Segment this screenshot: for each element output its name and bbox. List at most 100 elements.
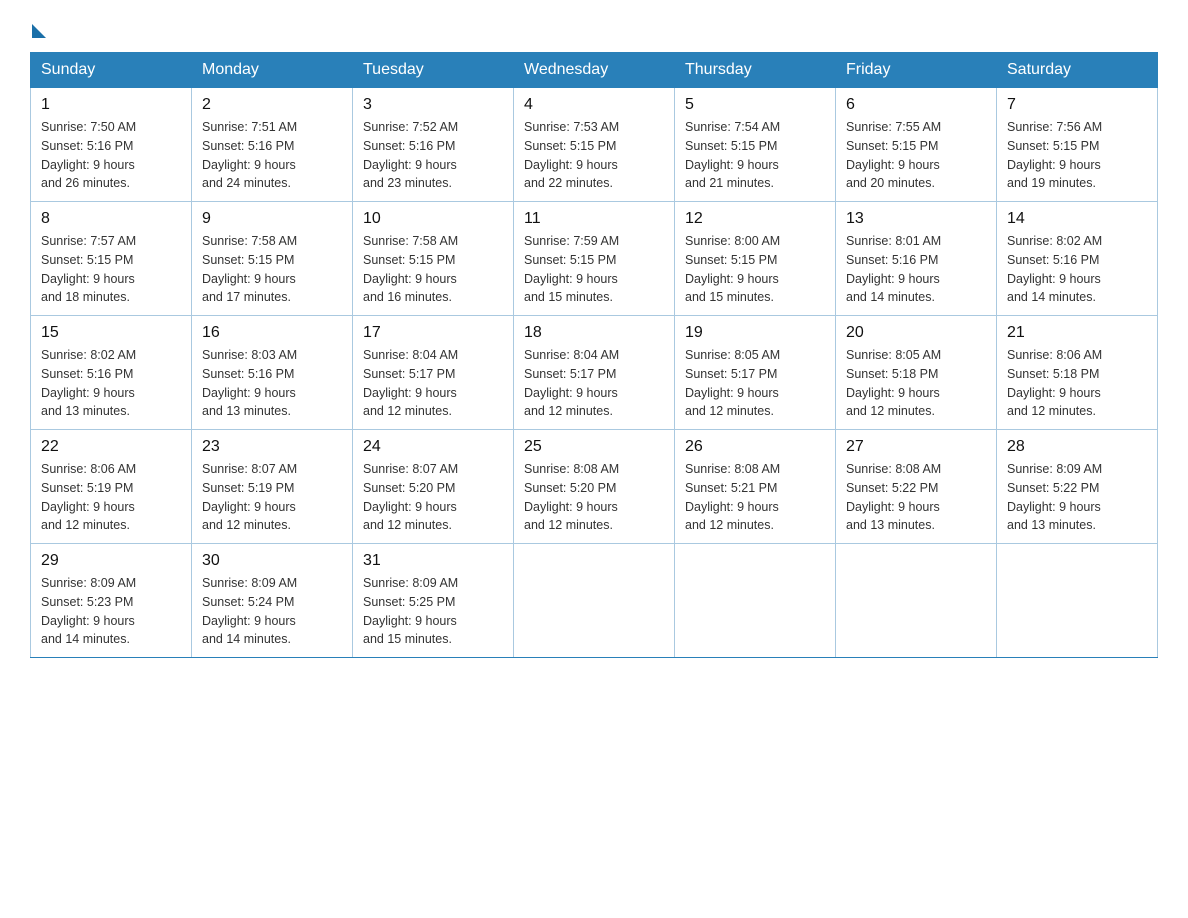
day-info: Sunrise: 7:57 AMSunset: 5:15 PMDaylight:… — [41, 232, 181, 307]
calendar-cell: 30 Sunrise: 8:09 AMSunset: 5:24 PMDayligh… — [192, 544, 353, 658]
logo-arrow-icon — [32, 24, 46, 38]
calendar-cell: 14 Sunrise: 8:02 AMSunset: 5:16 PMDayligh… — [997, 202, 1158, 316]
day-info: Sunrise: 8:04 AMSunset: 5:17 PMDaylight:… — [524, 346, 664, 421]
day-info: Sunrise: 7:51 AMSunset: 5:16 PMDaylight:… — [202, 118, 342, 193]
day-info: Sunrise: 8:08 AMSunset: 5:20 PMDaylight:… — [524, 460, 664, 535]
day-number: 28 — [1007, 438, 1147, 456]
calendar-cell: 21 Sunrise: 8:06 AMSunset: 5:18 PMDayligh… — [997, 316, 1158, 430]
day-number: 22 — [41, 438, 181, 456]
day-info: Sunrise: 8:06 AMSunset: 5:18 PMDaylight:… — [1007, 346, 1147, 421]
calendar-cell: 22 Sunrise: 8:06 AMSunset: 5:19 PMDayligh… — [31, 430, 192, 544]
day-number: 16 — [202, 324, 342, 342]
calendar-cell — [514, 544, 675, 658]
day-number: 29 — [41, 552, 181, 570]
calendar-cell — [836, 544, 997, 658]
calendar-table: SundayMondayTuesdayWednesdayThursdayFrid… — [30, 52, 1158, 658]
day-number: 21 — [1007, 324, 1147, 342]
day-info: Sunrise: 8:07 AMSunset: 5:20 PMDaylight:… — [363, 460, 503, 535]
calendar-cell: 3 Sunrise: 7:52 AMSunset: 5:16 PMDaylight… — [353, 88, 514, 202]
day-number: 5 — [685, 96, 825, 114]
calendar-cell: 11 Sunrise: 7:59 AMSunset: 5:15 PMDayligh… — [514, 202, 675, 316]
day-info: Sunrise: 8:05 AMSunset: 5:17 PMDaylight:… — [685, 346, 825, 421]
day-number: 15 — [41, 324, 181, 342]
day-info: Sunrise: 8:07 AMSunset: 5:19 PMDaylight:… — [202, 460, 342, 535]
day-info: Sunrise: 8:01 AMSunset: 5:16 PMDaylight:… — [846, 232, 986, 307]
day-number: 27 — [846, 438, 986, 456]
calendar-cell: 18 Sunrise: 8:04 AMSunset: 5:17 PMDayligh… — [514, 316, 675, 430]
calendar-cell: 5 Sunrise: 7:54 AMSunset: 5:15 PMDaylight… — [675, 88, 836, 202]
day-info: Sunrise: 7:50 AMSunset: 5:16 PMDaylight:… — [41, 118, 181, 193]
week-row-2: 8 Sunrise: 7:57 AMSunset: 5:15 PMDaylight… — [31, 202, 1158, 316]
calendar-cell: 28 Sunrise: 8:09 AMSunset: 5:22 PMDayligh… — [997, 430, 1158, 544]
day-info: Sunrise: 8:08 AMSunset: 5:21 PMDaylight:… — [685, 460, 825, 535]
calendar-cell: 2Sunrise: 7:51 AMSunset: 5:16 PMDaylight… — [192, 88, 353, 202]
day-info: Sunrise: 7:52 AMSunset: 5:16 PMDaylight:… — [363, 118, 503, 193]
calendar-header-row: SundayMondayTuesdayWednesdayThursdayFrid… — [31, 53, 1158, 88]
day-number: 4 — [524, 96, 664, 114]
day-info: Sunrise: 8:09 AMSunset: 5:24 PMDaylight:… — [202, 574, 342, 649]
calendar-cell: 20Sunrise: 8:05 AMSunset: 5:18 PMDayligh… — [836, 316, 997, 430]
day-header-wednesday: Wednesday — [514, 53, 675, 88]
day-header-thursday: Thursday — [675, 53, 836, 88]
day-number: 9 — [202, 210, 342, 228]
day-info: Sunrise: 7:53 AMSunset: 5:15 PMDaylight:… — [524, 118, 664, 193]
calendar-cell: 16 Sunrise: 8:03 AMSunset: 5:16 PMDayligh… — [192, 316, 353, 430]
calendar-cell: 12 Sunrise: 8:00 AMSunset: 5:15 PMDayligh… — [675, 202, 836, 316]
page-header — [30, 20, 1158, 36]
week-row-5: 29 Sunrise: 8:09 AMSunset: 5:23 PMDayligh… — [31, 544, 1158, 658]
week-row-3: 15 Sunrise: 8:02 AMSunset: 5:16 PMDayligh… — [31, 316, 1158, 430]
day-info: Sunrise: 7:58 AMSunset: 5:15 PMDaylight:… — [363, 232, 503, 307]
day-number: 26 — [685, 438, 825, 456]
day-info: Sunrise: 8:04 AMSunset: 5:17 PMDaylight:… — [363, 346, 503, 421]
calendar-cell: 7Sunrise: 7:56 AMSunset: 5:15 PMDaylight… — [997, 88, 1158, 202]
day-number: 11 — [524, 210, 664, 228]
day-number: 10 — [363, 210, 503, 228]
day-info: Sunrise: 8:00 AMSunset: 5:15 PMDaylight:… — [685, 232, 825, 307]
day-header-tuesday: Tuesday — [353, 53, 514, 88]
day-info: Sunrise: 7:54 AMSunset: 5:15 PMDaylight:… — [685, 118, 825, 193]
calendar-cell — [675, 544, 836, 658]
day-number: 12 — [685, 210, 825, 228]
day-number: 30 — [202, 552, 342, 570]
day-number: 25 — [524, 438, 664, 456]
calendar-cell: 15 Sunrise: 8:02 AMSunset: 5:16 PMDayligh… — [31, 316, 192, 430]
calendar-cell: 24 Sunrise: 8:07 AMSunset: 5:20 PMDayligh… — [353, 430, 514, 544]
calendar-cell: 26 Sunrise: 8:08 AMSunset: 5:21 PMDayligh… — [675, 430, 836, 544]
day-number: 19 — [685, 324, 825, 342]
day-info: Sunrise: 8:08 AMSunset: 5:22 PMDaylight:… — [846, 460, 986, 535]
day-number: 6 — [846, 96, 986, 114]
week-row-4: 22 Sunrise: 8:06 AMSunset: 5:19 PMDayligh… — [31, 430, 1158, 544]
calendar-cell: 17 Sunrise: 8:04 AMSunset: 5:17 PMDayligh… — [353, 316, 514, 430]
day-number: 3 — [363, 96, 503, 114]
day-number: 23 — [202, 438, 342, 456]
day-number: 31 — [363, 552, 503, 570]
calendar-cell: 29 Sunrise: 8:09 AMSunset: 5:23 PMDayligh… — [31, 544, 192, 658]
calendar-cell: 1 Sunrise: 7:50 AMSunset: 5:16 PMDaylight… — [31, 88, 192, 202]
day-info: Sunrise: 8:03 AMSunset: 5:16 PMDaylight:… — [202, 346, 342, 421]
calendar-cell: 27 Sunrise: 8:08 AMSunset: 5:22 PMDayligh… — [836, 430, 997, 544]
day-number: 24 — [363, 438, 503, 456]
day-number: 8 — [41, 210, 181, 228]
day-info: Sunrise: 8:09 AMSunset: 5:23 PMDaylight:… — [41, 574, 181, 649]
day-info: Sunrise: 8:09 AMSunset: 5:22 PMDaylight:… — [1007, 460, 1147, 535]
calendar-cell: 9 Sunrise: 7:58 AMSunset: 5:15 PMDaylight… — [192, 202, 353, 316]
calendar-cell — [997, 544, 1158, 658]
calendar-cell: 31 Sunrise: 8:09 AMSunset: 5:25 PMDayligh… — [353, 544, 514, 658]
day-info: Sunrise: 8:05 AMSunset: 5:18 PMDaylight:… — [846, 346, 986, 421]
day-header-saturday: Saturday — [997, 53, 1158, 88]
day-number: 17 — [363, 324, 503, 342]
day-number: 18 — [524, 324, 664, 342]
calendar-cell: 19 Sunrise: 8:05 AMSunset: 5:17 PMDayligh… — [675, 316, 836, 430]
day-info: Sunrise: 8:02 AMSunset: 5:16 PMDaylight:… — [41, 346, 181, 421]
day-info: Sunrise: 8:09 AMSunset: 5:25 PMDaylight:… — [363, 574, 503, 649]
week-row-1: 1 Sunrise: 7:50 AMSunset: 5:16 PMDaylight… — [31, 88, 1158, 202]
day-info: Sunrise: 7:59 AMSunset: 5:15 PMDaylight:… — [524, 232, 664, 307]
day-number: 1 — [41, 96, 181, 114]
day-info: Sunrise: 7:55 AMSunset: 5:15 PMDaylight:… — [846, 118, 986, 193]
day-info: Sunrise: 8:06 AMSunset: 5:19 PMDaylight:… — [41, 460, 181, 535]
day-info: Sunrise: 8:02 AMSunset: 5:16 PMDaylight:… — [1007, 232, 1147, 307]
day-number: 14 — [1007, 210, 1147, 228]
day-number: 13 — [846, 210, 986, 228]
day-header-friday: Friday — [836, 53, 997, 88]
day-info: Sunrise: 7:58 AMSunset: 5:15 PMDaylight:… — [202, 232, 342, 307]
